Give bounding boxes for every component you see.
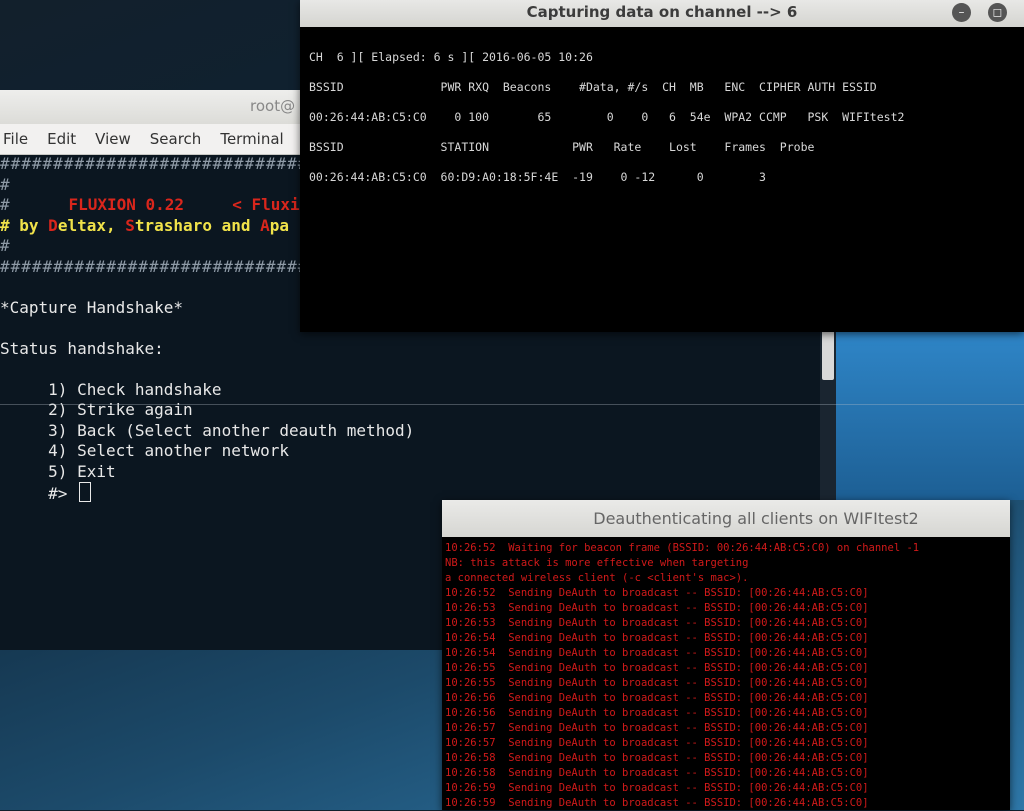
station-table-header: BSSID STATION PWR Rate Lost Frames Probe	[309, 140, 815, 154]
deauth-line: 10:26:59 Sending DeAuth to broadcast -- …	[445, 782, 869, 794]
deauth-line: 10:26:56 Sending DeAuth to broadcast -- …	[445, 707, 869, 719]
deauth-line: 10:26:58 Sending DeAuth to broadcast -- …	[445, 752, 869, 764]
deauth-line: NB: this attack is more effective when t…	[445, 557, 749, 569]
deauth-line: 10:26:57 Sending DeAuth to broadcast -- …	[445, 737, 869, 749]
station-table-row: 00:26:44:AB:C5:C0 60:D9:A0:18:5F:4E -19 …	[309, 170, 766, 184]
byline-initial-d: D	[48, 215, 58, 235]
deauth-line: 10:26:56 Sending DeAuth to broadcast -- …	[445, 692, 869, 704]
menu-option-check-handshake[interactable]: 1) Check handshake	[48, 380, 221, 399]
desktop-wallpaper-strip	[836, 330, 1024, 500]
deauth-line: 10:26:52 Sending DeAuth to broadcast -- …	[445, 587, 869, 599]
banner-tagline: < Fluxi	[232, 195, 300, 214]
deauth-line: 10:26:54 Sending DeAuth to broadcast -- …	[445, 632, 869, 644]
banner-title: FLUXION 0.22	[68, 195, 185, 214]
deauth-line: 10:26:53 Sending DeAuth to broadcast -- …	[445, 602, 869, 614]
deauth-line: 10:26:55 Sending DeAuth to broadcast -- …	[445, 677, 869, 689]
byline-name-3: pa	[269, 215, 290, 235]
shell-prompt: #>	[48, 484, 68, 503]
deauth-line: 10:26:52 Waiting for beacon frame (BSSID…	[445, 542, 920, 554]
scrollbar-thumb[interactable]	[822, 326, 834, 380]
deauth-line: 10:26:59 Sending DeAuth to broadcast -- …	[445, 797, 869, 809]
capture-status-line: CH 6 ][ Elapsed: 6 s ][ 2016-06-05 10:26	[309, 50, 593, 64]
deauth-output: 10:26:52 Waiting for beacon frame (BSSID…	[445, 541, 919, 811]
menu-option-strike-again[interactable]: 2) Strike again	[48, 400, 193, 419]
terminal-title: root@	[250, 97, 296, 115]
byline-initial-s: S	[125, 215, 135, 235]
byline-prefix: # by	[0, 215, 49, 235]
deauth-title: Deauthenticating all clients on WIFItest…	[593, 509, 919, 528]
menu-option-exit[interactable]: 5) Exit	[48, 462, 115, 481]
capture-titlebar[interactable]: Capturing data on channel --> 6 – ◻	[300, 0, 1024, 27]
minimize-icon[interactable]: –	[952, 3, 971, 22]
deauth-line: 10:26:53 Sending DeAuth to broadcast -- …	[445, 617, 869, 629]
deauth-line: 10:26:58 Sending DeAuth to broadcast -- …	[445, 767, 869, 779]
deauth-line: a connected wireless client (-c <client'…	[445, 572, 749, 584]
status-label: Status handshake:	[0, 338, 164, 358]
capture-window[interactable]: Capturing data on channel --> 6 – ◻ CH 6…	[300, 0, 1024, 332]
maximize-icon[interactable]: ◻	[988, 3, 1007, 22]
divider-line	[0, 404, 1024, 405]
byline-name-1: eltax,	[57, 215, 126, 235]
deauth-line: 10:26:54 Sending DeAuth to broadcast -- …	[445, 647, 869, 659]
menu-view[interactable]: View	[95, 130, 131, 148]
ap-table-row: 00:26:44:AB:C5:C0 0 100 65 0 0 6 54e WPA…	[309, 110, 905, 124]
menu-option-back[interactable]: 3) Back (Select another deauth method)	[48, 421, 414, 440]
deauth-titlebar[interactable]: Deauthenticating all clients on WIFItest…	[442, 500, 1010, 537]
menu-file[interactable]: File	[3, 130, 28, 148]
deauth-line: 10:26:57 Sending DeAuth to broadcast -- …	[445, 722, 869, 734]
menu-terminal[interactable]: Terminal	[220, 130, 283, 148]
text-cursor[interactable]	[79, 482, 92, 502]
banner-hash-mark: #	[0, 195, 11, 214]
capture-output: CH 6 ][ Elapsed: 6 s ][ 2016-06-05 10:26…	[309, 42, 904, 192]
deauth-window[interactable]: Deauthenticating all clients on WIFItest…	[442, 500, 1010, 810]
capture-title: Capturing data on channel --> 6	[526, 3, 798, 21]
deauth-line: 10:26:55 Sending DeAuth to broadcast -- …	[445, 662, 869, 674]
ap-table-header: BSSID PWR RXQ Beacons #Data, #/s CH MB E…	[309, 80, 877, 94]
menu-search[interactable]: Search	[150, 130, 202, 148]
menu-option-select-network[interactable]: 4) Select another network	[48, 441, 289, 460]
menu-edit[interactable]: Edit	[47, 130, 76, 148]
byline-initial-a: A	[260, 215, 270, 235]
byline-name-2: trasharo and	[134, 215, 261, 235]
